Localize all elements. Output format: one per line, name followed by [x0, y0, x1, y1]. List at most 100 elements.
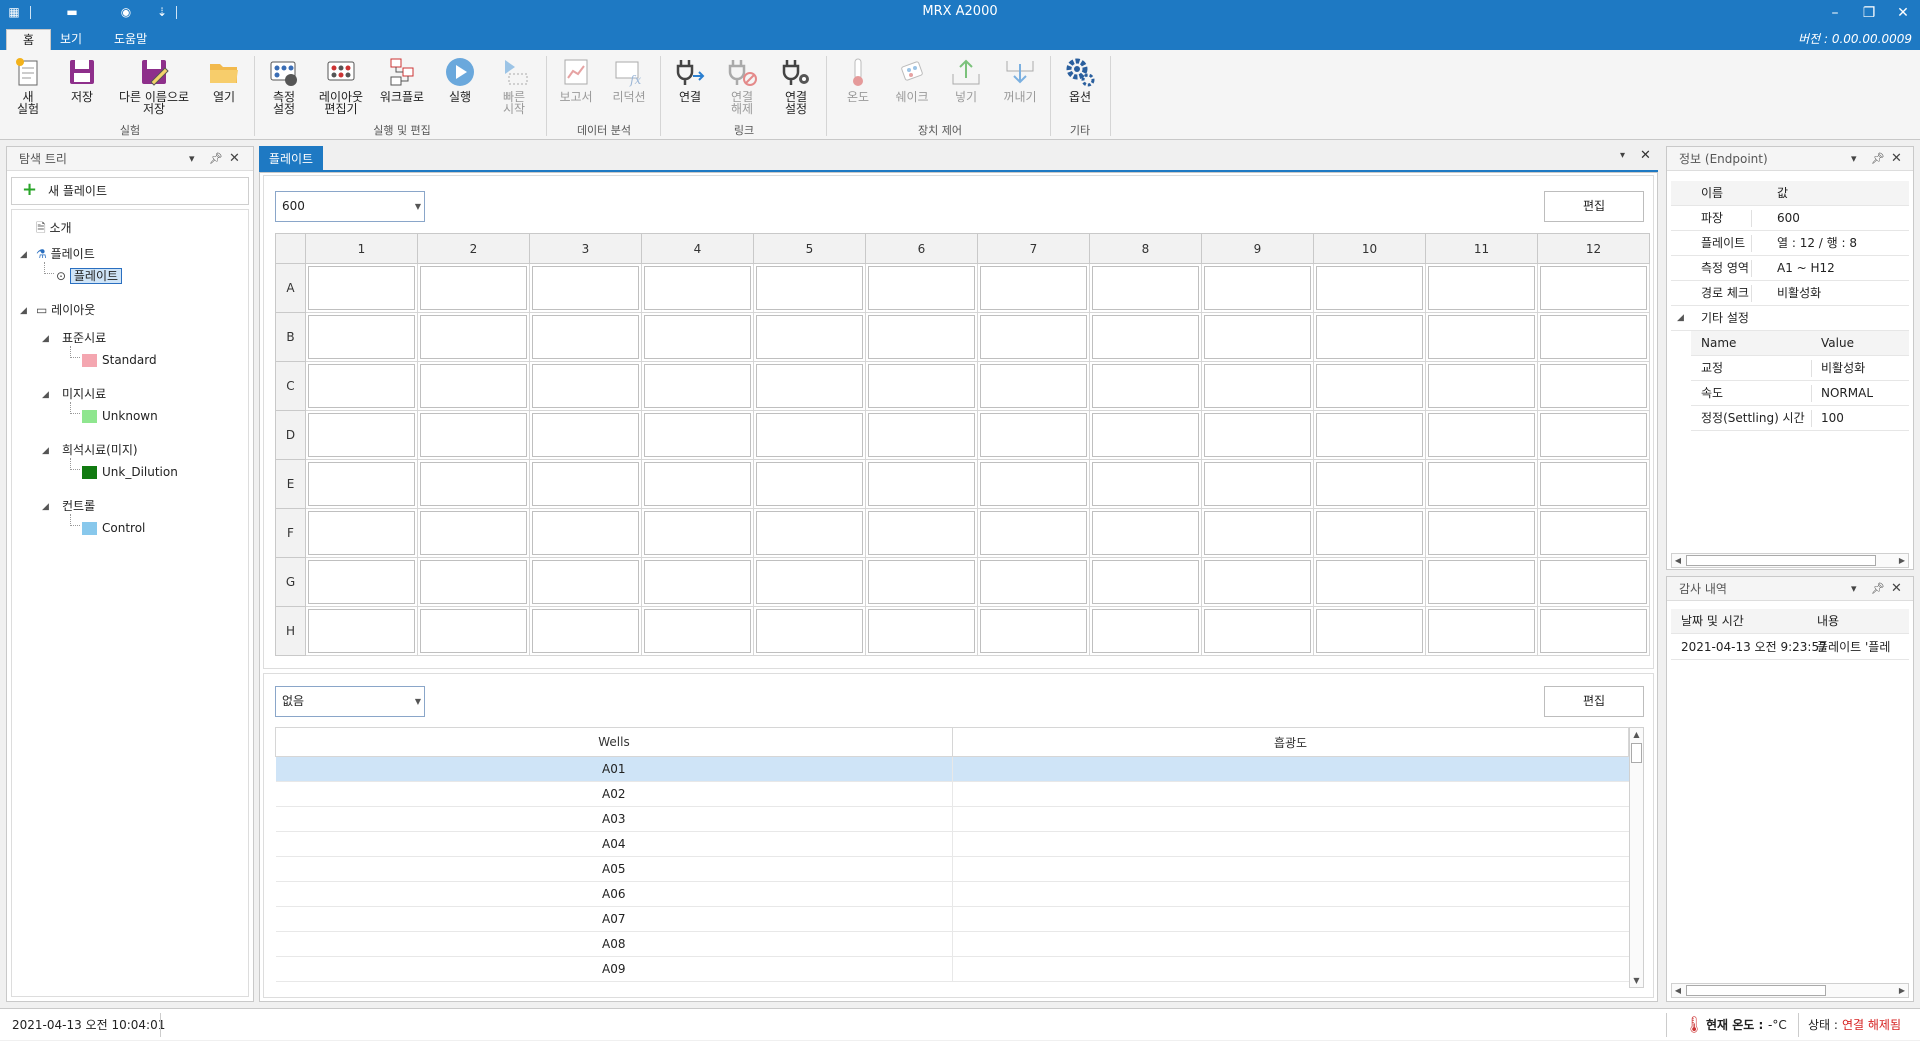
well-cell[interactable]	[977, 263, 1090, 313]
measure-settings-button[interactable]: 측정 설정	[266, 56, 302, 115]
well-cell[interactable]	[753, 361, 866, 411]
well-cell[interactable]	[641, 312, 754, 362]
plate-edit-button[interactable]: 편집	[1544, 191, 1644, 222]
well-cell[interactable]	[1089, 606, 1202, 656]
well-cell[interactable]	[305, 508, 418, 558]
well-cell[interactable]	[1425, 361, 1538, 411]
table-row[interactable]: A06	[275, 881, 1629, 907]
well-cell[interactable]	[1425, 606, 1538, 656]
well[interactable]	[1316, 560, 1423, 604]
well[interactable]	[868, 462, 975, 506]
well-cell[interactable]	[641, 263, 754, 313]
well-cell[interactable]	[305, 361, 418, 411]
well-cell[interactable]	[865, 410, 978, 460]
well[interactable]	[1204, 511, 1311, 555]
doc-close-icon[interactable]: ✕	[1640, 148, 1651, 163]
well-cell[interactable]	[1537, 606, 1650, 656]
collapse-icon[interactable]: ◢	[42, 446, 49, 456]
tree-item-intro[interactable]: 🗎︎ 소개	[36, 218, 72, 238]
well-cell[interactable]	[1201, 263, 1314, 313]
scroll-up-icon[interactable]: ▲	[1630, 728, 1643, 741]
well-cell[interactable]	[1089, 361, 1202, 411]
well[interactable]	[1316, 609, 1423, 653]
well-cell[interactable]	[529, 606, 642, 656]
well[interactable]	[308, 315, 415, 359]
tree-item-unknown[interactable]: Unknown	[102, 406, 158, 426]
well-cell[interactable]	[977, 410, 1090, 460]
well[interactable]	[1204, 609, 1311, 653]
well-cell[interactable]	[977, 459, 1090, 509]
well[interactable]	[532, 266, 639, 310]
pin-icon[interactable]: 📌︎	[1871, 147, 1885, 171]
well[interactable]	[1428, 511, 1535, 555]
well[interactable]	[1316, 266, 1423, 310]
well-cell[interactable]	[641, 508, 754, 558]
well[interactable]	[868, 413, 975, 457]
save-as-button[interactable]: 다른 이름으로 저장	[114, 56, 194, 115]
well[interactable]	[1316, 511, 1423, 555]
well-cell[interactable]	[1537, 361, 1650, 411]
save-button[interactable]: 저장	[64, 56, 100, 103]
well[interactable]	[308, 364, 415, 408]
connection-settings-button[interactable]: 연결 설정	[778, 56, 814, 115]
workflow-button[interactable]: 워크플로	[376, 56, 428, 103]
well[interactable]	[1540, 560, 1647, 604]
well[interactable]	[1204, 315, 1311, 359]
well[interactable]	[1092, 609, 1199, 653]
well[interactable]	[420, 609, 527, 653]
doc-dropdown-icon[interactable]: ▾	[1620, 150, 1625, 161]
info-row[interactable]: 경로 체크 비활성화	[1671, 281, 1909, 306]
table-row[interactable]: A05	[275, 856, 1629, 882]
well[interactable]	[868, 364, 975, 408]
well-cell[interactable]	[865, 459, 978, 509]
panel-close-icon[interactable]: ✕	[1891, 577, 1902, 601]
well-cell[interactable]	[1425, 312, 1538, 362]
well-cell[interactable]	[1201, 361, 1314, 411]
well[interactable]	[1092, 413, 1199, 457]
well[interactable]	[644, 560, 751, 604]
scroll-left-icon[interactable]: ◀	[1672, 984, 1684, 997]
tree-item-dilution[interactable]: Unk_Dilution	[102, 462, 178, 482]
well[interactable]	[1540, 266, 1647, 310]
well[interactable]	[532, 609, 639, 653]
tree-item-standard-group[interactable]: 표준시료	[62, 328, 106, 348]
well-cell[interactable]	[529, 410, 642, 460]
collapse-icon[interactable]: ◢	[42, 334, 49, 344]
well-cell[interactable]	[417, 263, 530, 313]
tab-view[interactable]: 보기	[44, 29, 98, 50]
well-cell[interactable]	[641, 606, 754, 656]
panel-dropdown-icon[interactable]: ▾	[189, 147, 195, 171]
well-cell[interactable]	[1425, 557, 1538, 607]
well[interactable]	[420, 560, 527, 604]
well-cell[interactable]	[1089, 459, 1202, 509]
well-cell[interactable]	[1201, 557, 1314, 607]
well-cell[interactable]	[529, 263, 642, 313]
well-cell[interactable]	[753, 410, 866, 460]
well[interactable]	[1428, 364, 1535, 408]
well[interactable]	[420, 315, 527, 359]
well[interactable]	[1092, 266, 1199, 310]
well[interactable]	[532, 560, 639, 604]
well-cell[interactable]	[417, 557, 530, 607]
scroll-down-icon[interactable]: ▼	[1630, 974, 1643, 987]
run-button[interactable]: 실행	[442, 56, 478, 103]
well-cell[interactable]	[417, 410, 530, 460]
table-row[interactable]: A01	[275, 756, 1629, 782]
well[interactable]	[756, 364, 863, 408]
well[interactable]	[1092, 560, 1199, 604]
well-cell[interactable]	[865, 263, 978, 313]
well-cell[interactable]	[1089, 410, 1202, 460]
temperature-button[interactable]: 온도	[840, 56, 876, 103]
well[interactable]	[1092, 511, 1199, 555]
table-row[interactable]: A07	[275, 906, 1629, 932]
well-cell[interactable]	[1313, 410, 1426, 460]
well[interactable]	[644, 462, 751, 506]
well[interactable]	[1428, 560, 1535, 604]
tab-help[interactable]: 도움말	[98, 29, 163, 50]
sub-row[interactable]: 정정(Settling) 시간 100	[1691, 406, 1909, 431]
tree-item-unknown-group[interactable]: 미지시료	[62, 384, 106, 404]
well-cell[interactable]	[641, 557, 754, 607]
well[interactable]	[756, 560, 863, 604]
well[interactable]	[532, 462, 639, 506]
well[interactable]	[644, 315, 751, 359]
